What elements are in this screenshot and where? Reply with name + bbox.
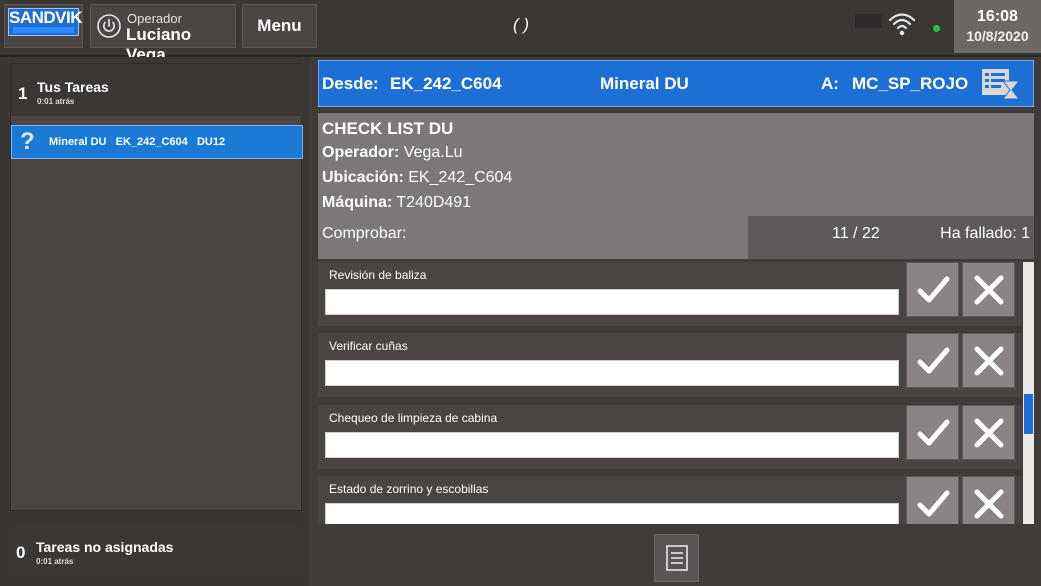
pass-button[interactable]: [906, 333, 959, 388]
clock-time: 16:08: [977, 8, 1018, 25]
close-icon: [974, 489, 1004, 519]
unassigned-tasks[interactable]: 0 Tareas no asignadas 0:01 atrás: [10, 523, 302, 577]
my-tasks-header[interactable]: 1 Tus Tareas 0:01 atrás: [11, 64, 303, 116]
progress-value: 11 / 22: [832, 225, 880, 242]
task-item-mineral-du[interactable]: ? Mineral DU EK_242_C604 DU12: [11, 125, 303, 159]
check-label: Comprobar:: [322, 225, 407, 242]
operator-label: Operador: [127, 11, 182, 26]
machine-row-label: Máquina:: [322, 194, 393, 211]
item-label: Estado de zorrino y escobillas: [329, 482, 489, 496]
list-item: Estado de zorrino y escobillas: [318, 476, 1022, 524]
document-button[interactable]: [654, 534, 699, 582]
wifi-icon: [888, 13, 916, 36]
checklist-scrollbar[interactable]: [1023, 262, 1034, 524]
check-icon: [917, 419, 950, 446]
check-icon: [917, 347, 950, 374]
checklist-items: Revisión de baliza Verificar cuñas Chequ…: [318, 262, 1034, 524]
scrollbar-thumb[interactable]: [1024, 394, 1033, 434]
location-row-value: EK_242_C604: [408, 169, 513, 186]
list-item: Revisión de baliza: [318, 262, 1022, 326]
item-label: Verificar cuñas: [329, 339, 408, 353]
power-icon: [97, 14, 121, 38]
operator-row-label: Operador:: [322, 144, 400, 161]
route-bar: Desde: EK_242_C604 Mineral DU A: MC_SP_R…: [318, 60, 1034, 107]
location-row: Ubicación: EK_242_C604: [322, 169, 512, 187]
battery-icon: [854, 13, 883, 29]
machine-row-value: T240D491: [396, 194, 472, 211]
item-comment-field[interactable]: [325, 432, 899, 458]
center-status: ( ): [512, 15, 530, 34]
check-icon: [917, 276, 950, 303]
document-icon: [666, 545, 688, 571]
menu-button[interactable]: Menu: [242, 4, 317, 48]
my-tasks-count: 1: [18, 84, 28, 103]
route-to-value: MC_SP_ROJO: [852, 74, 969, 93]
route-from-value: EK_242_C604: [390, 74, 502, 93]
pass-button[interactable]: [906, 476, 959, 524]
checklist-timer-icon[interactable]: [981, 67, 1021, 101]
unassigned-ago: 0:01 atrás: [36, 557, 74, 566]
fail-button[interactable]: [962, 476, 1015, 524]
fail-button[interactable]: [962, 333, 1015, 388]
location-row-label: Ubicación:: [322, 169, 404, 186]
route-to-label: A:: [821, 74, 839, 93]
clock-date: 10/8/2020: [966, 28, 1029, 44]
list-item: Chequeo de limpieza de cabina: [318, 405, 1022, 469]
progress-box: 11 / 22 Ha fallado: 1: [748, 216, 1034, 259]
close-icon: [974, 418, 1004, 448]
item-label: Chequeo de limpieza de cabina: [329, 411, 498, 425]
logo-button[interactable]: SANDVIK: [4, 4, 83, 48]
fail-button[interactable]: [962, 405, 1015, 460]
connection-status-dot: [933, 25, 940, 32]
operator-button[interactable]: Operador Luciano Vega: [90, 4, 236, 64]
list-item: Verificar cuñas: [318, 333, 1022, 397]
checklist-info: CHECK LIST DU Operador: Vega.Lu Ubicació…: [318, 113, 1034, 259]
my-tasks-title: Tus Tareas: [37, 79, 109, 95]
item-comment-field[interactable]: [325, 289, 899, 315]
unassigned-title: Tareas no asignadas: [36, 539, 174, 555]
check-icon: [917, 490, 950, 517]
unassigned-count: 0: [16, 543, 26, 562]
question-icon: ?: [20, 128, 35, 155]
my-tasks-ago: 0:01 atrás: [37, 97, 75, 106]
pass-button[interactable]: [906, 262, 959, 317]
check-row: Comprobar: 11 / 22 Ha fallado: 1: [318, 216, 1034, 259]
machine-row: Máquina: T240D491: [322, 194, 471, 212]
route-material: Mineral DU: [600, 74, 689, 93]
sandvik-logo: SANDVIK: [8, 8, 83, 36]
task-item-label: Mineral DU EK_242_C604 DU12: [49, 136, 226, 148]
my-tasks-panel: 1 Tus Tareas 0:01 atrás ? Mineral DU EK_…: [10, 63, 303, 511]
operator-row-value: Vega.Lu: [403, 144, 463, 161]
close-icon: [974, 275, 1004, 305]
item-comment-field[interactable]: [325, 503, 899, 524]
pass-button[interactable]: [906, 405, 959, 460]
route-from-label: Desde:: [322, 74, 379, 93]
failed-count: Ha fallado: 1: [940, 225, 1030, 242]
clock: 16:08 10/8/2020: [954, 0, 1041, 53]
task-sidebar: 1 Tus Tareas 0:01 atrás ? Mineral DU EK_…: [0, 57, 309, 586]
top-bar: SANDVIK Operador Luciano Vega Menu ( ) 1…: [0, 0, 1041, 64]
checklist-title: CHECK LIST DU: [322, 119, 454, 138]
item-comment-field[interactable]: [325, 360, 899, 386]
fail-button[interactable]: [962, 262, 1015, 317]
operator-row: Operador: Vega.Lu: [322, 144, 463, 162]
item-label: Revisión de baliza: [329, 268, 427, 282]
close-icon: [974, 346, 1004, 376]
